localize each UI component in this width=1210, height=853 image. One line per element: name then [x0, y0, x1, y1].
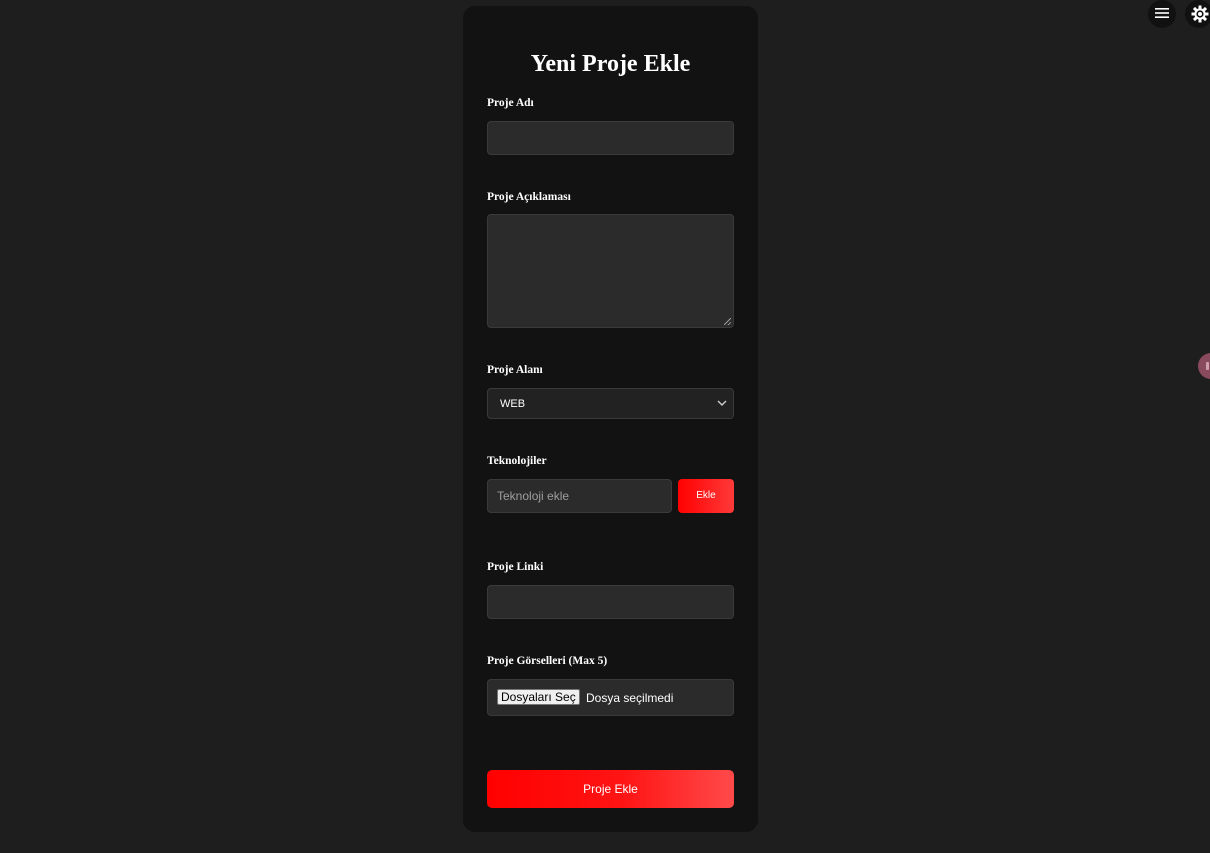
project-name-label: Proje Adı: [487, 97, 534, 109]
project-description-label: Proje Açıklaması: [487, 191, 571, 203]
settings-icon: [1191, 5, 1209, 23]
technology-input[interactable]: Teknoloji ekle: [487, 479, 672, 513]
technology-input-placeholder: Teknoloji ekle: [497, 489, 570, 503]
project-images-label: Proje Görselleri (Max 5): [487, 655, 608, 667]
page-title: Yeni Proje Ekle: [530, 51, 691, 77]
project-images-file-input[interactable]: Dosyaları Seç Dosya seçilmedi: [487, 679, 734, 716]
menu-icon: [1155, 8, 1169, 18]
side-tab-icon: [1206, 362, 1209, 370]
file-status-text: Dosya seçilmedi: [586, 691, 674, 705]
project-area-select[interactable]: WEB: [487, 388, 734, 419]
add-project-card: Yeni Proje Ekle Proje Adı Proje Açıklama…: [463, 6, 758, 832]
settings-button[interactable]: [1185, 0, 1210, 28]
technologies-label: Teknolojiler: [487, 455, 547, 467]
side-tab-button[interactable]: [1198, 353, 1210, 379]
chevron-down-icon: [717, 400, 727, 406]
project-description-textarea[interactable]: [487, 214, 734, 328]
project-area-label: Proje Alanı: [487, 364, 543, 376]
project-link-input[interactable]: [487, 585, 734, 619]
project-name-input[interactable]: [487, 121, 734, 155]
submit-project-button[interactable]: Proje Ekle: [487, 770, 734, 808]
menu-button[interactable]: [1148, 0, 1176, 28]
project-area-value: WEB: [500, 398, 526, 410]
project-link-label: Proje Linki: [487, 561, 544, 573]
resize-grip-icon[interactable]: [724, 318, 731, 325]
add-technology-button[interactable]: Ekle: [678, 479, 734, 513]
choose-files-button[interactable]: Dosyaları Seç: [497, 689, 580, 705]
